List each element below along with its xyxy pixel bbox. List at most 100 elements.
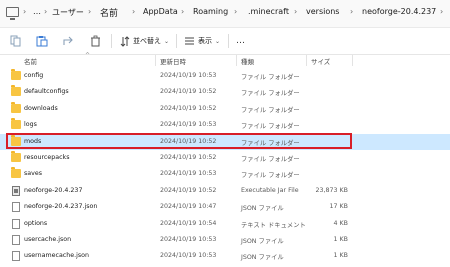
folder-icon — [11, 85, 21, 97]
file-date: 2024/10/19 10:52 — [160, 137, 217, 145]
jar-file-icon — [12, 185, 20, 196]
file-date: 2024/10/19 10:53 — [160, 170, 217, 178]
file-type: ファイル フォルダー — [241, 155, 300, 163]
folder-icon — [11, 134, 21, 146]
share-button[interactable] — [62, 32, 74, 50]
file-row-saves[interactable]: saves 2024/10/19 10:53 ファイル フォルダー — [0, 166, 450, 182]
chevron-down-icon: ⌄ — [215, 37, 221, 45]
column-type[interactable]: 種類 — [241, 56, 254, 66]
chevron-right-icon: › — [234, 7, 238, 16]
file-type: JSON ファイル — [241, 205, 284, 213]
copy-button[interactable] — [10, 32, 21, 50]
file-row-resourcepacks[interactable]: resourcepacks 2024/10/19 10:52 ファイル フォルダー — [0, 150, 450, 166]
copy-icon — [10, 35, 21, 47]
file-name: downloads — [24, 104, 58, 112]
file-size: 23,873 KB — [315, 186, 348, 194]
chevron-right-icon: › — [181, 7, 185, 16]
file-row-logs[interactable]: logs 2024/10/19 10:53 ファイル フォルダー — [0, 117, 450, 133]
toolbar-divider — [228, 34, 229, 48]
file-icon — [12, 251, 20, 262]
more-options-button[interactable]: … — [236, 32, 245, 50]
file-type: ファイル フォルダー — [241, 139, 300, 147]
file-date: 2024/10/19 10:53 — [160, 121, 217, 129]
file-date: 2024/10/19 10:52 — [160, 88, 217, 96]
column-header: 名前 更新日時 種類 サイズ — [0, 54, 450, 67]
file-type: ファイル フォルダー — [241, 172, 300, 180]
folder-icon — [11, 118, 21, 130]
breadcrumb-overflow[interactable]: … — [33, 7, 41, 16]
view-label: 表示 — [198, 37, 212, 45]
breadcrumb-appdata[interactable]: AppData — [143, 7, 178, 16]
chevron-right-icon: › — [23, 7, 27, 16]
file-size: 1 KB — [333, 235, 348, 243]
file-row-neoforge-20-4-237-json[interactable]: neoforge-20.4.237.json 2024/10/19 10:47 JS… — [0, 199, 450, 215]
breadcrumb-neoforge[interactable]: neoforge-20.4.237 — [362, 7, 436, 16]
file-name: neoforge-20.4.237 — [24, 186, 83, 194]
file-name: defaultconfigs — [24, 88, 69, 96]
file-name: usercache.json — [24, 235, 72, 243]
breadcrumb-minecraft[interactable]: .minecraft — [248, 7, 289, 16]
file-row-downloads[interactable]: downloads 2024/10/19 10:52 ファイル フォルダー — [0, 101, 450, 117]
file-name: resourcepacks — [24, 153, 70, 161]
delete-button[interactable] — [90, 32, 101, 50]
file-type: ファイル フォルダー — [241, 90, 300, 98]
file-row-defaultconfigs[interactable]: defaultconfigs 2024/10/19 10:52 ファイル フォルダー — [0, 84, 450, 100]
address-bar[interactable]: › … › ユーザー › 名前 › AppData › Roaming › .m… — [0, 0, 450, 28]
chevron-right-icon: › — [294, 7, 298, 16]
file-row-usercache-json[interactable]: usercache.json 2024/10/19 10:53 JSON ファイル 1… — [0, 232, 450, 248]
breadcrumb-users[interactable]: ユーザー — [52, 7, 84, 18]
chevron-right-icon: › — [88, 7, 92, 16]
file-row-neoforge-20-4-237[interactable]: neoforge-20.4.237 2024/10/19 10:52 Executa… — [0, 183, 450, 199]
file-type: ファイル フォルダー — [241, 74, 300, 81]
folder-icon — [11, 167, 21, 179]
file-name: saves — [24, 170, 43, 178]
file-size: 1 KB — [333, 252, 348, 260]
toolbar-divider — [176, 34, 177, 48]
column-divider[interactable] — [352, 55, 353, 66]
column-divider[interactable] — [306, 55, 307, 66]
sort-button[interactable]: 並べ替え ⌄ — [120, 32, 169, 50]
folder-icon — [11, 69, 21, 80]
file-type: Executable Jar File — [241, 186, 299, 194]
more-icon: … — [236, 36, 245, 46]
file-row-options[interactable]: options 2024/10/19 10:54 テキスト ドキュメント 4 KB — [0, 216, 450, 232]
sort-icon — [120, 35, 130, 47]
file-row-config[interactable]: config 2024/10/19 10:53 ファイル フォルダー — [0, 68, 450, 84]
chevron-right-icon: › — [350, 7, 354, 16]
chevron-right-icon: › — [44, 7, 48, 16]
file-date: 2024/10/19 10:52 — [160, 153, 217, 161]
column-date[interactable]: 更新日時 — [160, 56, 186, 66]
file-type: JSON ファイル — [241, 254, 284, 262]
view-button[interactable]: 表示 ⌄ — [184, 32, 220, 50]
breadcrumb-roaming[interactable]: Roaming — [193, 7, 228, 16]
file-name: logs — [24, 121, 37, 129]
file-size: 17 KB — [329, 203, 348, 211]
file-name: mods — [24, 137, 42, 145]
paste-button[interactable] — [36, 32, 48, 50]
column-divider[interactable] — [236, 55, 237, 66]
column-divider[interactable] — [155, 55, 156, 66]
command-bar: 並べ替え ⌄ 表示 ⌄ … — [0, 28, 450, 55]
file-date: 2024/10/19 10:53 — [160, 235, 217, 243]
file-date: 2024/10/19 10:53 — [160, 72, 217, 79]
file-icon — [12, 202, 20, 213]
toolbar-divider — [111, 34, 112, 48]
file-row-mods[interactable]: mods 2024/10/19 10:52 ファイル フォルダー — [0, 133, 450, 150]
file-size: 4 KB — [333, 219, 348, 227]
file-name: usernamecache.json — [24, 252, 90, 260]
paste-icon — [36, 36, 48, 47]
sort-label: 並べ替え — [133, 37, 161, 45]
chevron-right-icon: › — [132, 7, 136, 16]
share-icon — [63, 36, 73, 45]
file-icon — [12, 234, 20, 245]
file-row-usernamecache-json[interactable]: usernamecache.json 2024/10/19 10:53 JSON フ… — [0, 248, 450, 264]
column-name[interactable]: 名前 — [24, 56, 37, 66]
folder-icon — [11, 150, 21, 162]
column-size[interactable]: サイズ — [311, 56, 330, 66]
file-type: JSON ファイル — [241, 237, 284, 245]
breadcrumb-username[interactable]: 名前 — [100, 6, 118, 19]
list-view-icon — [185, 37, 194, 45]
file-date: 2024/10/19 10:54 — [160, 219, 217, 227]
file-type: ファイル フォルダー — [241, 106, 300, 114]
breadcrumb-versions[interactable]: versions — [306, 7, 339, 16]
